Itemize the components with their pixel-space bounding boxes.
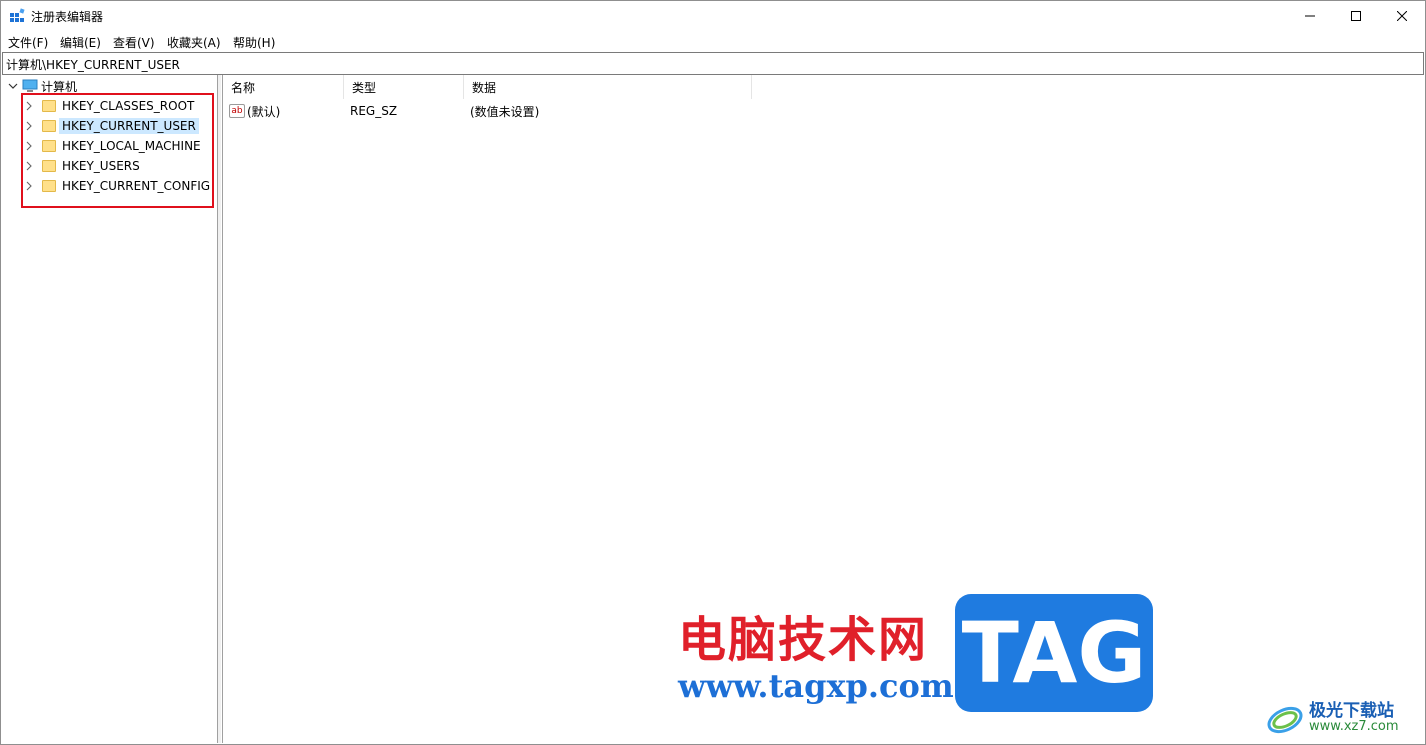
menu-bar: 文件(F) 编辑(E) 查看(V) 收藏夹(A) 帮助(H) [1,31,1425,51]
menu-view[interactable]: 查看(V) [113,34,155,51]
minimize-icon [1305,15,1315,17]
pane-splitter[interactable] [218,75,221,743]
watermark-brand2-name: 极光下载站 [1309,701,1394,721]
value-row-default[interactable]: ab (默认) [229,101,280,121]
value-name: (默认) [247,104,281,119]
address-path[interactable]: 计算机\HKEY_CURRENT_USER [6,56,180,73]
close-button[interactable] [1379,1,1425,31]
chevron-down-icon[interactable] [8,81,18,91]
value-type: REG_SZ [350,101,397,121]
computer-icon [22,79,38,93]
menu-edit[interactable]: 编辑(E) [60,34,101,51]
registry-editor-icon [9,8,25,24]
column-header-name[interactable]: 名称 [223,75,344,99]
watermark-site-name: 电脑技术网 [678,612,929,668]
watermark-brand2-url: www.xz7.com [1309,719,1399,734]
column-header-type[interactable]: 类型 [344,75,464,99]
menu-help[interactable]: 帮助(H) [233,34,275,51]
value-type-text: REG_SZ [350,104,398,118]
menu-file[interactable]: 文件(F) [8,34,48,51]
maximize-button[interactable] [1333,1,1379,31]
watermark-site-url: www.tagxp.com [678,667,954,705]
watermark-brand2: 极光下载站 www.xz7.com [1265,694,1420,740]
value-data: (数值未设置) [470,101,539,121]
maximize-icon [1351,11,1361,21]
minimize-button[interactable] [1287,1,1333,31]
title-bar[interactable]: 注册表编辑器 [1,1,1425,31]
string-value-icon: ab [229,104,245,118]
aurora-logo-icon [1267,706,1303,734]
address-bar[interactable]: 计算机\HKEY_CURRENT_USER [2,52,1424,75]
window-title: 注册表编辑器 [31,10,104,24]
value-data-text: (数值未设置) [470,104,540,119]
close-icon [1397,11,1407,21]
annotation-highlight-box [21,93,214,208]
column-header-data[interactable]: 数据 [464,75,752,99]
watermark-tag-badge: TAG [955,594,1153,712]
menu-favorites[interactable]: 收藏夹(A) [167,34,221,51]
